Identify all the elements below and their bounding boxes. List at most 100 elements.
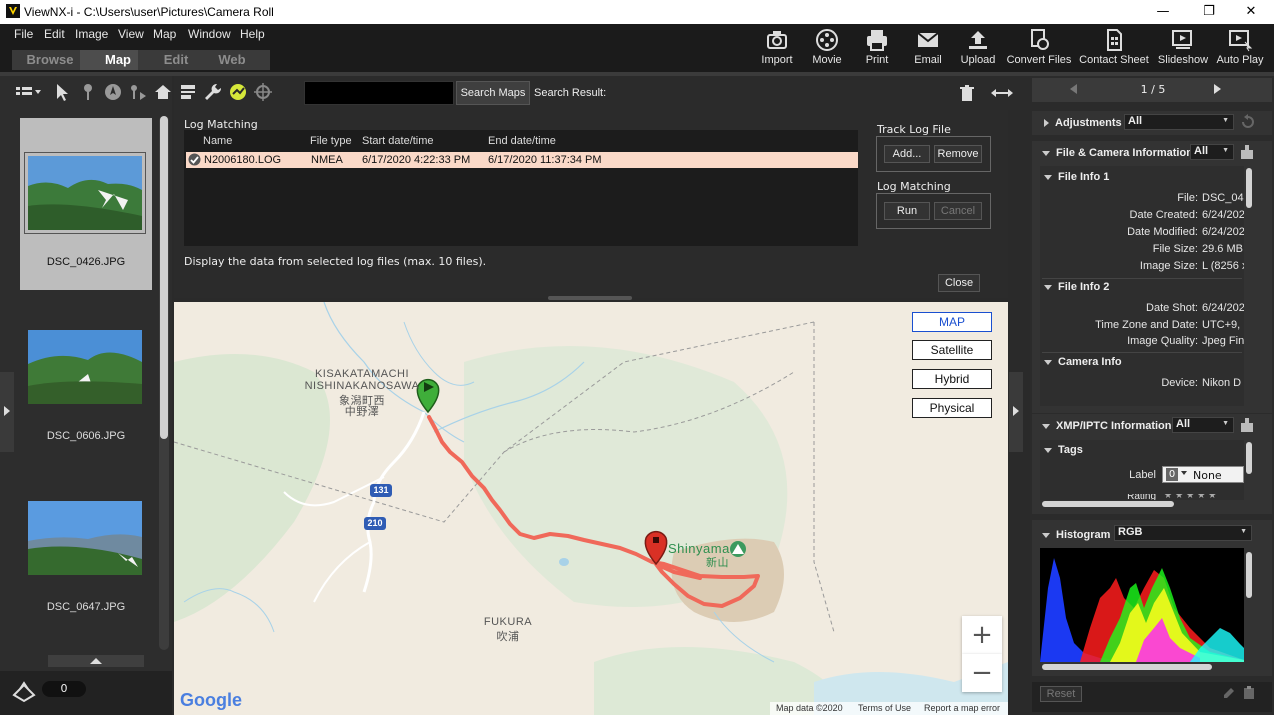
adjustments-filter-select[interactable]: All: [1124, 114, 1234, 130]
zoom-in-button[interactable]: +: [962, 616, 1002, 654]
export-icon[interactable]: [1240, 144, 1254, 160]
column-header-file-type[interactable]: File type: [310, 135, 352, 147]
select-arrow-icon[interactable]: [52, 82, 72, 102]
tags-header[interactable]: Tags: [1044, 444, 1083, 456]
wrench-icon[interactable]: [203, 82, 223, 102]
log-hint-text: Display the data from selected log files…: [184, 255, 487, 268]
close-window-button[interactable]: ✕: [1228, 0, 1274, 24]
tab-browse[interactable]: Browse: [12, 50, 88, 70]
histogram-header[interactable]: Histogram: [1042, 529, 1110, 541]
place-label: 吹浦: [496, 631, 520, 643]
map-view[interactable]: KISAKATAMACHI NISHINAKANOSAWA 象潟町西 中野澤 S…: [174, 302, 1008, 715]
menu-image[interactable]: Image: [75, 27, 108, 41]
import-button[interactable]: Import: [756, 28, 798, 70]
add-log-button[interactable]: Add...: [884, 145, 930, 163]
restore-button[interactable]: ❐: [1186, 0, 1232, 24]
thumbnail-item[interactable]: DSC_0606.JPG: [20, 292, 152, 464]
log-matching-icon[interactable]: [228, 82, 248, 102]
email-button[interactable]: Email: [908, 28, 948, 70]
reset-button[interactable]: Reset: [1040, 686, 1082, 702]
next-icon[interactable]: [1214, 84, 1221, 94]
xmp-header[interactable]: XMP/IPTC Information: [1042, 420, 1172, 432]
thumbnail-item[interactable]: DSC_0647.JPG: [20, 463, 152, 635]
crosshair-icon[interactable]: [253, 82, 273, 102]
movie-button[interactable]: Movie: [806, 28, 848, 70]
adjustments-header[interactable]: Adjustments: [1044, 117, 1122, 129]
histogram-scrollbar[interactable]: [1246, 552, 1252, 598]
thumbnail-item[interactable]: DSC_0426.JPG: [20, 118, 152, 290]
map-type-hybrid-button[interactable]: Hybrid: [912, 369, 992, 389]
upload-button[interactable]: Upload: [957, 28, 999, 70]
clipboard-icon[interactable]: [1242, 686, 1256, 700]
tray-count: 0: [42, 681, 86, 697]
close-log-panel-button[interactable]: Close: [938, 274, 980, 292]
view-mode-icon[interactable]: [14, 82, 42, 102]
menu-file[interactable]: File: [14, 27, 33, 41]
label-select[interactable]: 0 None: [1162, 466, 1244, 483]
pin-direction-icon[interactable]: [128, 82, 148, 102]
file-info-2-header[interactable]: File Info 2: [1044, 281, 1109, 293]
file-value: DSC_042: [1202, 192, 1244, 204]
zoom-out-button[interactable]: −: [962, 654, 1002, 692]
file-camera-filter-select[interactable]: All: [1190, 144, 1234, 160]
map-search-input[interactable]: [304, 81, 454, 105]
tab-web[interactable]: Web: [194, 50, 270, 70]
auto-play-button[interactable]: Auto Play: [1214, 28, 1266, 70]
panel-resize-handle[interactable]: [548, 296, 632, 300]
file-info-1-header[interactable]: File Info 1: [1044, 171, 1109, 183]
menu-view[interactable]: View: [118, 27, 144, 41]
movie-icon: [816, 29, 838, 51]
export-icon[interactable]: [1240, 417, 1254, 433]
contact-sheet-icon: [1107, 29, 1122, 51]
histogram-horizontal-scrollbar[interactable]: [1042, 664, 1212, 670]
edit-pencil-icon[interactable]: [1222, 686, 1236, 700]
map-type-map-button[interactable]: MAP: [912, 312, 992, 332]
map-canvas[interactable]: [174, 302, 1008, 715]
photo-tray-icon[interactable]: [12, 679, 36, 703]
filmstrip-scrollbar[interactable]: [160, 116, 168, 439]
adjust-reset-icon[interactable]: [1240, 114, 1256, 130]
file-camera-header[interactable]: File & Camera Information: [1042, 147, 1193, 159]
xmp-horizontal-scrollbar[interactable]: [1042, 501, 1174, 507]
camera-info-header[interactable]: Camera Info: [1044, 356, 1122, 368]
menu-help[interactable]: Help: [240, 27, 265, 41]
slideshow-button[interactable]: Slideshow: [1156, 28, 1210, 70]
file-label: File:: [1177, 192, 1198, 204]
terms-of-use-link[interactable]: Terms of Use: [858, 703, 911, 713]
minimize-button[interactable]: —: [1140, 0, 1186, 24]
filmstrip-scroll-up-button[interactable]: [48, 655, 144, 667]
home-icon[interactable]: [153, 82, 173, 102]
track-list-icon[interactable]: [178, 82, 198, 102]
convert-files-button[interactable]: Convert Files: [1006, 28, 1072, 70]
page-indicator: 1 / 5: [1140, 83, 1166, 96]
trash-icon[interactable]: [958, 84, 976, 102]
print-button[interactable]: Print: [857, 28, 897, 70]
contact-sheet-button[interactable]: Contact Sheet: [1078, 28, 1150, 70]
map-type-physical-button[interactable]: Physical: [912, 398, 992, 418]
pin-icon[interactable]: [78, 82, 98, 102]
histogram-channel-select[interactable]: RGB: [1114, 525, 1252, 541]
file-camera-scrollbar[interactable]: [1246, 168, 1252, 208]
left-panel-toggle[interactable]: [0, 372, 14, 452]
report-map-error-link[interactable]: Report a map error: [924, 703, 1000, 713]
menu-edit[interactable]: Edit: [44, 27, 65, 41]
expand-horizontal-icon[interactable]: [990, 86, 1014, 100]
column-header-name[interactable]: Name: [203, 135, 232, 147]
map-type-satellite-button[interactable]: Satellite: [912, 340, 992, 360]
remove-log-button[interactable]: Remove: [934, 145, 982, 163]
column-header-start[interactable]: Start date/time: [362, 135, 434, 147]
search-maps-button[interactable]: Search Maps: [456, 81, 530, 105]
column-header-end[interactable]: End date/time: [488, 135, 556, 147]
xmp-filter-select[interactable]: All: [1172, 417, 1234, 433]
rating-stars-icon[interactable]: ★★★★★: [1164, 494, 1244, 499]
cancel-button[interactable]: Cancel: [934, 202, 982, 220]
previous-icon[interactable]: [1070, 84, 1077, 94]
end-marker-square-icon: [653, 537, 659, 543]
run-button[interactable]: Run: [884, 202, 930, 220]
xmp-scrollbar[interactable]: [1246, 442, 1252, 474]
menu-map[interactable]: Map: [153, 27, 176, 41]
checkmark-icon[interactable]: [188, 153, 201, 166]
right-panel-toggle[interactable]: [1009, 372, 1023, 452]
menu-window[interactable]: Window: [188, 27, 231, 41]
direction-icon[interactable]: [103, 82, 123, 102]
